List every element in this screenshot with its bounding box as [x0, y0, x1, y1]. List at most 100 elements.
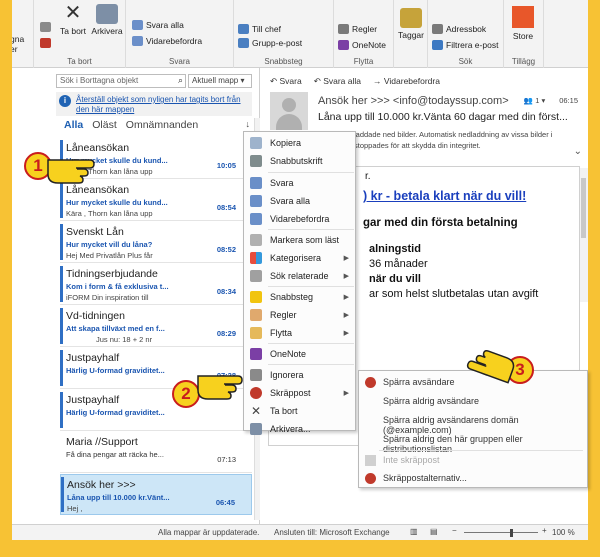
flytta-group-label: Flytta [353, 57, 374, 66]
menu-item-not-junk[interactable]: Inte skräppost [359, 451, 587, 470]
collapse-header-icon[interactable]: ⌄ [574, 146, 582, 157]
image-download-notice[interactable]: laddade ned bilder. Automatisk nedladdni… [354, 130, 574, 152]
menu-item-sok-relaterade[interactable]: Sök relaterade ▶ [244, 267, 355, 285]
search-input[interactable]: Sök i Borttagna objekt ⌕ [56, 74, 186, 88]
menu-item-ignorera[interactable]: Ignorera [244, 366, 355, 384]
pointing-hand-icon [47, 159, 95, 184]
tab-omnamnanden[interactable]: Omnämnanden [126, 119, 198, 131]
regler-button[interactable]: Regler [338, 24, 377, 34]
menu-item-arkivera[interactable]: Arkivera... [244, 420, 355, 438]
ribbon-left-label-1[interactable]: gna [12, 34, 24, 44]
people-count[interactable]: 👥 1 ▾ [524, 96, 545, 105]
avatar-head [282, 98, 296, 112]
avatar [270, 92, 308, 130]
forward-button[interactable]: → Vidarebefordra [373, 76, 440, 87]
menu-item-snabbsteg[interactable]: Snabbsteg ▶ [244, 288, 355, 306]
recover-items-link[interactable]: Återställ objekt som nyligen har tagits … [76, 95, 249, 114]
reading-view-icon[interactable]: ▤ [430, 527, 438, 536]
mail-item[interactable]: Låneansökan Hur mycket skulle du kund...… [60, 180, 252, 221]
junk-icon[interactable] [40, 38, 51, 48]
menu-item-svara[interactable]: Svara [244, 174, 355, 192]
menu-separator [268, 364, 354, 365]
junk-options-icon [365, 473, 376, 484]
people-count-value: 1 [535, 96, 540, 105]
mail-time: 08:54 [216, 203, 236, 212]
menu-item-vidarebefordra[interactable]: Vidarebefordra [244, 210, 355, 228]
grupp-epost-button[interactable]: Grupp-e-post [238, 38, 302, 48]
body-headline-link[interactable]: ) kr - betala klart när du vill! [363, 189, 526, 203]
taggar-button[interactable]: Taggar [396, 8, 426, 40]
till-chef-button[interactable]: Till chef [238, 24, 281, 34]
submenu-arrow-icon: ▶ [343, 330, 349, 337]
taggar-label: Taggar [398, 30, 424, 40]
menu-item-snabbutskrift[interactable]: Snabbutskrift [244, 152, 355, 170]
delete-x-icon: ✕ [250, 404, 262, 418]
body-line: ar som helst slutbetalas utan avgift [369, 288, 539, 300]
menu-label: Spärra avsändare [383, 377, 455, 387]
tag-icon [400, 8, 422, 28]
scrollbar-thumb[interactable] [581, 178, 586, 238]
menu-label: OneNote [270, 349, 307, 359]
message-subject: Låna upp till 10.000 kr.Vänta 60 dagar m… [318, 111, 568, 123]
menu-item-kategorisera[interactable]: Kategorisera ▶ [244, 249, 355, 267]
store-button[interactable]: Store [506, 6, 540, 41]
menu-item-skrappost[interactable]: Skräppost ▶ [244, 384, 355, 402]
arkivera-button[interactable]: Arkivera [90, 4, 124, 36]
categorize-icon [250, 252, 262, 264]
search-related-icon [250, 270, 262, 282]
zoom-slider[interactable] [464, 532, 538, 533]
svara-alla-button[interactable]: Svara alla [132, 20, 184, 30]
vidarebefordra-label: Vidarebefordra [146, 36, 203, 46]
reply-icon [250, 177, 262, 189]
tab-alla[interactable]: Alla [64, 119, 83, 131]
arkivera-label: Arkivera [91, 26, 123, 36]
mail-subject: Härlig U-formad graviditet... [66, 366, 165, 375]
reply-all-button[interactable]: ↶ Svara alla [314, 76, 361, 87]
vidarebefordra-button[interactable]: Vidarebefordra [132, 36, 202, 46]
menu-item-regler[interactable]: Regler ▶ [244, 306, 355, 324]
menu-item-onenote[interactable]: OneNote [244, 345, 355, 363]
ribbon-group-taggar: Taggar [394, 0, 428, 68]
menu-separator [268, 286, 354, 287]
menu-item-never-block-group[interactable]: Spärra aldrig den här gruppen eller dist… [359, 430, 587, 454]
normal-view-icon[interactable]: ▥ [410, 527, 418, 536]
adressbok-button[interactable]: Adressbok [432, 24, 486, 34]
zoom-out-icon[interactable]: − [452, 526, 457, 535]
zoom-slider-knob[interactable] [510, 529, 513, 537]
reply-button[interactable]: ↶ Svara [270, 76, 302, 87]
onenote-button[interactable]: OneNote [338, 40, 386, 50]
search-icon[interactable]: ⌕ [178, 75, 183, 86]
menu-separator [268, 172, 354, 173]
menu-item-markera-som-last[interactable]: Markera som läst [244, 231, 355, 249]
zoom-in-icon[interactable]: + [542, 526, 547, 535]
mail-item[interactable]: Vd-tidningen Att skapa tillväxt med en f… [60, 306, 252, 347]
tab-olast[interactable]: Oläst [92, 119, 117, 131]
ribbon-left-label-2[interactable]: er [12, 44, 18, 54]
menu-item-never-block-domain[interactable]: Spärra aldrig avsändarens domän (@exampl… [359, 411, 587, 435]
sort-arrow-icon[interactable]: ↓ [246, 119, 251, 131]
menu-item-flytta[interactable]: Flytta ▶ [244, 324, 355, 342]
menu-label: Ta bort [270, 406, 298, 416]
mail-sender: Tidningserbjudande [66, 268, 158, 280]
mail-item[interactable]: Svenskt Lån Hur mycket vill du låna? Hej… [60, 222, 252, 263]
reply-all-icon [132, 20, 143, 30]
ta-bort-button[interactable]: ✕ Ta bort [60, 3, 86, 36]
menu-item-never-block-sender[interactable]: Spärra aldrig avsändare [359, 392, 587, 411]
mail-item[interactable]: Tidningserbjudande Kom i form & få exklu… [60, 264, 252, 305]
reading-scrollbar[interactable] [580, 168, 588, 302]
mail-item-selected[interactable]: Ansök her >>> Låna upp till 10.000 kr.Vä… [60, 474, 252, 515]
menu-item-kopiera[interactable]: Kopiera [244, 134, 355, 152]
filtrera-button[interactable]: Filtrera e-post [432, 40, 498, 50]
menu-item-junk-options[interactable]: Skräppostalternativ... [359, 469, 587, 488]
mail-subject: Härlig U-formad graviditet... [66, 408, 165, 417]
menu-item-svara-alla[interactable]: Svara alla [244, 192, 355, 210]
mailbox-scope-select[interactable]: Aktuell mapp ▾ [188, 74, 252, 88]
manager-icon [238, 24, 249, 34]
unread-marker [60, 182, 63, 218]
mail-item[interactable]: Maria //Support Få dina pengar att räcka… [60, 432, 252, 473]
menu-label: Svara [270, 178, 294, 188]
mail-preview: Jus nu: 18 + 2 nr [96, 335, 153, 344]
menu-item-ta-bort[interactable]: ✕ Ta bort [244, 402, 355, 420]
menu-label: Spärra aldrig avsändare [383, 396, 480, 406]
ignore-icon[interactable] [40, 22, 51, 32]
